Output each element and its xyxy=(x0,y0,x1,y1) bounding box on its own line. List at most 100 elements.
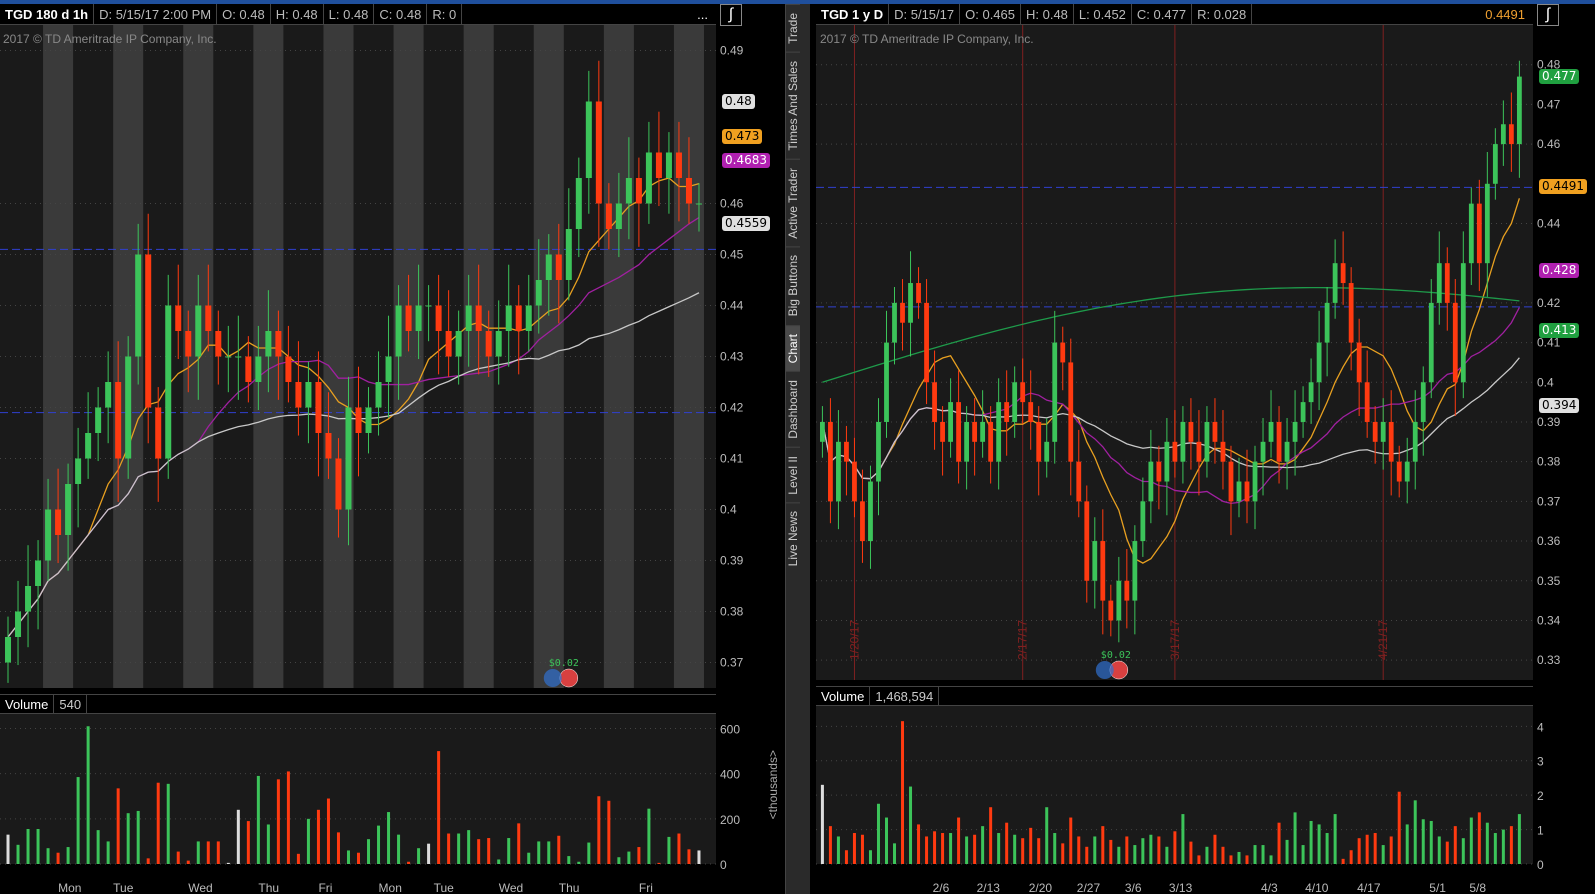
volume-bar xyxy=(26,829,30,864)
tab-active-trader[interactable]: Active Trader xyxy=(786,158,800,247)
price-tick-label: 0.42 xyxy=(720,401,744,415)
volume-bar xyxy=(1189,841,1193,864)
left-open: O: 0.48 xyxy=(217,4,271,24)
volume-bar xyxy=(1213,834,1217,864)
candle-body xyxy=(860,501,865,542)
left-more-button[interactable]: ... xyxy=(692,4,716,24)
candle-body xyxy=(1484,183,1490,264)
candle-body xyxy=(475,305,482,331)
volume-bar xyxy=(1005,822,1009,864)
volume-bar xyxy=(156,782,160,864)
left-volume-chart[interactable]: 600 400 200 0 Mon Tue Wed Thu Fri Mon Tue Wed Thu Fri xyxy=(0,714,765,894)
volume-bar xyxy=(577,861,581,864)
candle-body xyxy=(155,407,162,459)
tab-times-and-sales[interactable]: Times And Sales xyxy=(786,51,800,159)
candle-body xyxy=(1148,461,1154,502)
volume-bar xyxy=(1165,846,1169,864)
right-volume-chart[interactable]: 4 3 2 1 0 2/6 2/13 2/20 2/27 3/6 3/13 4/3 4/10 4/17 5/… xyxy=(816,706,1595,894)
left-copyright: 2017 © TD Ameritrade IP Company, Inc. xyxy=(3,32,217,46)
candle-body xyxy=(85,433,92,459)
volume-bar xyxy=(296,853,300,864)
time-axis-label: 2/13 xyxy=(977,881,1001,894)
tab-big-buttons[interactable]: Big Buttons xyxy=(786,246,800,325)
volume-bar xyxy=(989,807,993,864)
volume-bar xyxy=(487,838,491,864)
candle-body xyxy=(335,458,342,510)
volume-tick-label: 3 xyxy=(1537,755,1544,769)
tab-live-news[interactable]: Live News xyxy=(786,502,800,575)
candle-body xyxy=(820,421,825,442)
volume-bar xyxy=(1341,858,1345,864)
tab-trade[interactable]: Trade xyxy=(786,4,800,52)
candle-body xyxy=(495,331,502,357)
volume-bar xyxy=(1349,850,1353,864)
price-tick-label: 0.36 xyxy=(1537,534,1561,548)
candle-body xyxy=(1452,302,1458,383)
volume-bar xyxy=(1405,824,1409,864)
tab-level-ii[interactable]: Level II xyxy=(786,446,800,503)
volume-bar xyxy=(1509,826,1513,864)
candle-body xyxy=(852,461,857,502)
volume-bar xyxy=(933,831,937,864)
candle-body xyxy=(395,305,402,357)
volume-bar xyxy=(828,826,832,864)
volume-bar xyxy=(1477,812,1481,864)
right-symbol[interactable]: TGD 1 y D xyxy=(816,4,890,24)
volume-bar xyxy=(547,841,551,864)
volume-bar xyxy=(1149,834,1153,864)
volume-tick-label: 600 xyxy=(720,723,740,737)
volume-bar xyxy=(106,841,110,864)
candle-body xyxy=(1340,263,1346,284)
volume-bar xyxy=(1237,851,1241,864)
left-high: H: 0.48 xyxy=(271,4,324,24)
price-badge: 0.4683 xyxy=(722,153,770,169)
volume-bar xyxy=(256,775,260,864)
candle-body xyxy=(1500,124,1506,145)
volume-bar xyxy=(46,848,50,864)
volume-unit-label: <thousands> xyxy=(766,750,780,820)
left-price-chart[interactable]: 0.49 0.46 0.45 0.44 0.43 0.42 0.41 0.4 0.39 0.38 0… xyxy=(0,25,765,690)
candle-body xyxy=(1124,580,1130,601)
volume-bar xyxy=(1373,833,1377,864)
volume-bar xyxy=(567,856,571,864)
price-tick-label: 0.37 xyxy=(1537,494,1561,508)
tab-dashboard[interactable]: Dashboard xyxy=(786,370,800,447)
candle-body xyxy=(675,152,682,178)
volume-bar xyxy=(96,830,100,864)
candle-body xyxy=(1044,441,1050,462)
volume-bar xyxy=(116,788,120,864)
candle-body xyxy=(235,356,242,358)
candle-body xyxy=(5,637,12,663)
time-axis-label: 4/10 xyxy=(1305,881,1329,894)
left-chart-header: TGD 180 d 1h D: 5/15/17 2:00 PM O: 0.48 … xyxy=(0,4,716,25)
candle-body xyxy=(695,203,702,205)
volume-bar xyxy=(1229,855,1233,864)
volume-tick-label: 0 xyxy=(1537,858,1544,872)
volume-bar xyxy=(196,841,200,864)
candle-body xyxy=(1420,382,1426,422)
candle-body xyxy=(195,305,202,357)
right-price-chart[interactable]: 0.480.470.460.440.420.410.40.390.380.370… xyxy=(816,25,1595,685)
candle-body xyxy=(65,484,72,535)
candle-body xyxy=(1324,302,1330,343)
volume-bar xyxy=(1037,838,1041,864)
tab-chart[interactable]: Chart xyxy=(786,324,800,371)
price-badge: 0.473 xyxy=(722,129,763,145)
candle-body xyxy=(828,421,833,502)
candle-body xyxy=(1108,600,1114,621)
candle-body xyxy=(1468,203,1474,264)
left-symbol[interactable]: TGD 180 d 1h xyxy=(0,4,95,24)
candle-body xyxy=(1388,421,1394,462)
volume-bar xyxy=(1501,829,1505,864)
candle-body xyxy=(75,458,82,484)
candle-body xyxy=(1156,461,1162,482)
volume-bar xyxy=(437,751,441,864)
candle-body xyxy=(285,356,292,382)
candle-body xyxy=(948,402,953,442)
volume-bar xyxy=(1157,836,1161,864)
candle-body xyxy=(405,305,412,331)
volume-bar xyxy=(893,843,897,864)
left-studies-icon[interactable]: ∫ xyxy=(720,4,742,26)
right-studies-icon[interactable]: ∫ xyxy=(1537,4,1559,26)
volume-bar xyxy=(1293,812,1297,864)
